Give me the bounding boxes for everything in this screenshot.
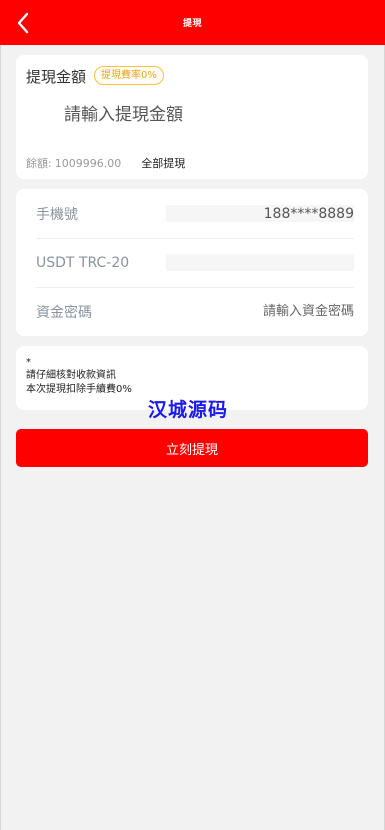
amount-input[interactable] [64, 100, 354, 130]
note-fee: 本次提現扣除手續費0% [26, 384, 132, 395]
top-bar: 提現 [0, 0, 385, 45]
chevron-left-icon [17, 12, 29, 34]
balance-label: 餘額: [26, 157, 52, 170]
fund-password-label: 資金密碼 [36, 304, 92, 321]
balance-value: 1009996.00 [54, 156, 122, 170]
note-verify-info: 請仔細核對收款資訊 [26, 370, 116, 381]
fund-password-input[interactable] [174, 299, 354, 324]
phone-value: 188****8889 [263, 205, 354, 222]
fund-password-row: 資金密碼 [16, 287, 368, 336]
amount-card: 提現金額 提現費率0% 餘額: 1009996.00 全部提現 [16, 55, 368, 179]
account-fields-card: 手機號 188****8889 USDT TRC-20 資金密碼 [16, 189, 368, 336]
usdt-address-field[interactable] [166, 254, 354, 271]
back-button[interactable] [14, 11, 34, 35]
usdt-row: USDT TRC-20 [16, 238, 368, 287]
withdraw-all-button[interactable]: 全部提現 [141, 155, 185, 171]
phone-row: 手機號 188****8889 [16, 189, 368, 238]
watermark-text: 汉城源码 [148, 399, 229, 421]
withdraw-submit-button[interactable]: 立刻提現 [16, 429, 368, 467]
fee-rate-badge: 提現費率0% [94, 66, 164, 85]
phone-label: 手機號 [36, 206, 78, 223]
page-title: 提現 [182, 19, 202, 29]
usdt-label: USDT TRC-20 [36, 254, 130, 271]
note-asterisk: * [26, 357, 31, 368]
amount-title: 提現金額 [26, 68, 87, 86]
balance-row: 餘額: 1009996.00 全部提現 [26, 155, 185, 171]
